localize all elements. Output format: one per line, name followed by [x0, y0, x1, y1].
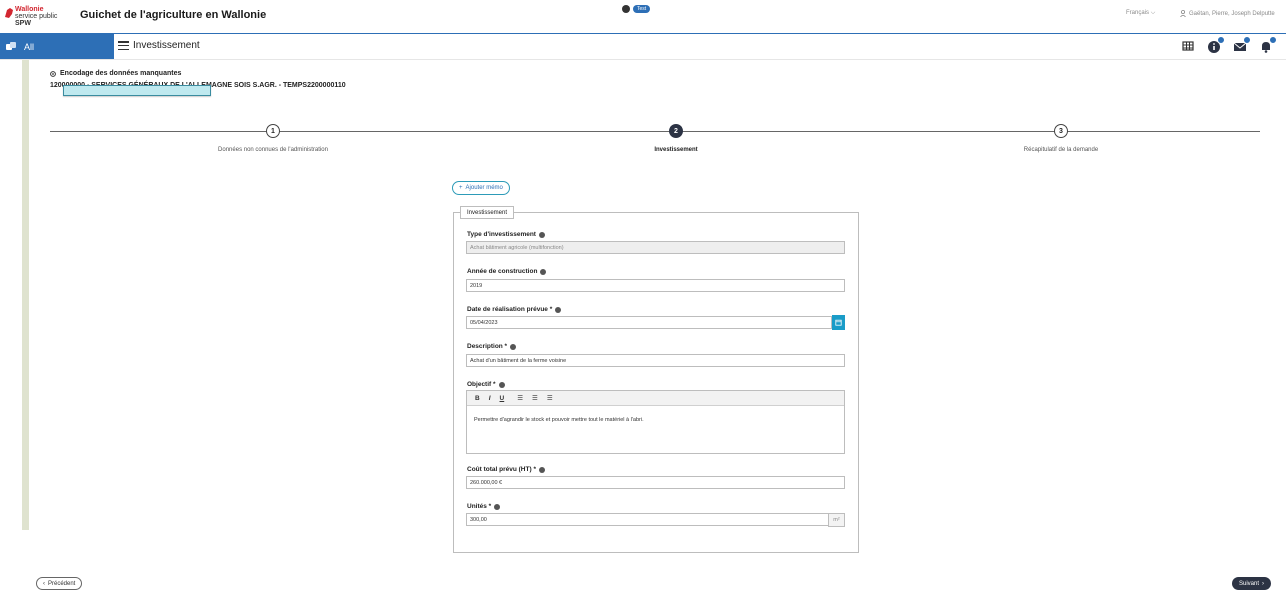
user-name: Gaëtan, Pierre, Joseph Delputte [1189, 10, 1275, 17]
italic-button[interactable]: I [489, 395, 491, 402]
top-bar: Wallonie service public SPW Guichet de l… [0, 0, 1286, 33]
previous-button[interactable]: ‹ Précédent [36, 577, 83, 590]
chevron-down-icon: ⌵ [1150, 10, 1156, 16]
next-button[interactable]: Suivant › [1232, 577, 1272, 590]
next-label: Suivant [1239, 580, 1260, 587]
annee-input[interactable]: 2019 [466, 279, 845, 292]
all-label: All [24, 41, 35, 52]
annee-label: Année de construction [467, 268, 547, 275]
side-strip [22, 60, 29, 530]
logo-text-spw: SPW [15, 20, 31, 27]
calendar-icon [835, 319, 842, 326]
nav-bar: All Investissement [0, 33, 1286, 60]
editor-toolbar: B I U ☰ ☰ ☰ [467, 391, 844, 406]
language-selector[interactable]: Français ⌵ [1126, 10, 1155, 17]
add-memo-button[interactable]: + Ajouter mémo [452, 181, 510, 195]
messages-button[interactable] [1232, 36, 1251, 54]
bullet-list-button[interactable]: ☰ [532, 394, 538, 402]
notifications-button[interactable] [1258, 36, 1277, 54]
chevron-left-icon: ‹ [43, 580, 45, 587]
language-label: Français [1126, 10, 1150, 16]
calendar-button[interactable] [832, 315, 845, 330]
environment-badge: Test [622, 4, 651, 14]
notifications-badge [1269, 36, 1277, 44]
environment-label: Test [633, 5, 651, 13]
help-icon[interactable] [538, 231, 545, 238]
help-icon[interactable] [494, 503, 501, 510]
description-label: Description * [467, 343, 517, 350]
page-title: Encodage des données manquantes [50, 70, 181, 77]
underline-button[interactable]: U [500, 395, 505, 402]
redaction-overlay [63, 85, 211, 96]
unites-input[interactable]: 300,00 [466, 513, 829, 526]
step-3-circle[interactable]: 3 [1054, 124, 1068, 138]
info-button[interactable] [1206, 36, 1225, 54]
objectif-label-text: Objectif * [467, 381, 496, 388]
table-icon [1182, 41, 1194, 51]
info-icon [622, 5, 630, 13]
chevron-right-icon: › [1262, 580, 1265, 587]
date-input[interactable]: 05/04/2023 [466, 316, 832, 329]
date-label: Date de réalisation prévue * [467, 306, 562, 313]
bold-button[interactable]: B [475, 395, 480, 402]
description-label-text: Description * [467, 343, 508, 350]
stepper-line [50, 131, 1260, 132]
messages-badge [1243, 36, 1251, 44]
all-modules-button[interactable]: All [0, 34, 114, 59]
type-field: Achat bâtiment agricole (multifonction) [466, 241, 845, 254]
cout-label: Coût total prévu (HT) * [467, 466, 545, 473]
grid-apps-icon [6, 41, 16, 50]
objectif-text[interactable]: Permettre d'agrandir le stock et pouvoir… [474, 417, 644, 423]
info-badge [1217, 36, 1225, 44]
fieldset-legend: Investissement [460, 206, 515, 219]
help-icon[interactable] [540, 268, 547, 275]
investment-fieldset [453, 212, 859, 553]
rooster-icon [5, 8, 13, 18]
step-2-label: Investissement [654, 147, 698, 153]
hamburger-icon [118, 41, 129, 50]
calendar-grid-button[interactable] [1180, 38, 1196, 54]
nav-icon-group [1180, 36, 1277, 54]
step-2-circle[interactable]: 2 [669, 124, 683, 138]
cout-input[interactable]: 260.000,00 € [466, 476, 845, 489]
help-icon[interactable] [510, 343, 517, 350]
type-label-text: Type d'investissement [467, 231, 536, 238]
app-title: Guichet de l'agriculture en Wallonie [80, 9, 267, 21]
align-left-button[interactable]: ☰ [547, 394, 553, 402]
plus-icon: + [459, 185, 463, 191]
module-menu[interactable]: Investissement [118, 40, 200, 51]
date-label-text: Date de réalisation prévue * [467, 306, 553, 313]
page-title-text: Encodage des données manquantes [60, 70, 182, 77]
type-label: Type d'investissement [467, 231, 545, 238]
user-menu[interactable]: Gaëtan, Pierre, Joseph Delputte [1180, 10, 1275, 17]
step-1-circle[interactable]: 1 [266, 124, 280, 138]
help-icon[interactable] [498, 381, 505, 388]
unit-addon: m² [828, 513, 845, 527]
module-label: Investissement [133, 40, 200, 51]
spw-logo[interactable]: Wallonie service public SPW [4, 5, 64, 29]
unites-label: Unités * [467, 503, 501, 510]
objectif-label: Objectif * [467, 381, 505, 388]
ordered-list-button[interactable]: ☰ [517, 394, 523, 402]
annee-label-text: Année de construction [467, 268, 538, 275]
previous-label: Précédent [48, 580, 76, 587]
gear-icon [50, 70, 56, 77]
unites-label-text: Unités * [467, 503, 492, 510]
help-icon[interactable] [555, 306, 562, 313]
add-memo-label: Ajouter mémo [465, 185, 503, 191]
step-3-label: Récapitulatif de la demande [1023, 147, 1099, 153]
help-icon[interactable] [538, 466, 545, 473]
objectif-editor[interactable]: B I U ☰ ☰ ☰ Permettre d'agrandir le stoc… [466, 390, 845, 454]
cout-label-text: Coût total prévu (HT) * [467, 466, 536, 473]
user-icon [1180, 10, 1186, 17]
step-1-label: Données non connues de l'administration [218, 147, 328, 153]
description-input[interactable]: Achat d'un bâtiment de la ferme voisine [466, 354, 845, 367]
